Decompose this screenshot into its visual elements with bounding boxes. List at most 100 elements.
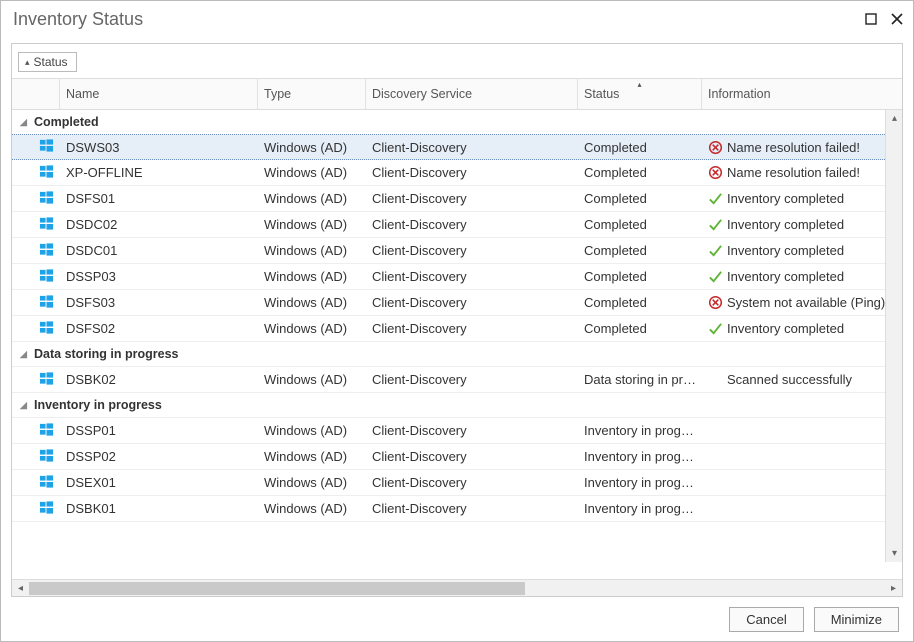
- cell-name: DSDC01: [66, 243, 117, 258]
- table-row[interactable]: DSSP01Windows (AD)Client-DiscoveryInvent…: [12, 418, 885, 444]
- success-icon: [708, 243, 723, 258]
- cell-name: DSBK02: [66, 372, 116, 387]
- success-icon: [708, 269, 723, 284]
- scroll-left-icon[interactable]: ◂: [12, 580, 29, 597]
- blank-icon: [708, 449, 723, 464]
- windows-icon: [39, 500, 54, 518]
- cell-information: Inventory completed: [727, 321, 844, 336]
- cell-type: Windows (AD): [264, 321, 347, 336]
- chip-arrow-icon: ▴: [25, 57, 30, 68]
- table-row[interactable]: DSEX01Windows (AD)Client-DiscoveryInvent…: [12, 470, 885, 496]
- cell-type: Windows (AD): [264, 423, 347, 438]
- cell-name: DSSP02: [66, 449, 116, 464]
- blank-icon: [708, 423, 723, 438]
- success-icon: [708, 191, 723, 206]
- group-header[interactable]: ◢Completed: [12, 110, 885, 135]
- scroll-right-icon[interactable]: ▸: [885, 580, 902, 597]
- maximize-icon[interactable]: [863, 11, 879, 27]
- cell-name: DSSP03: [66, 269, 116, 284]
- cell-information: Inventory completed: [727, 269, 844, 284]
- chip-label: Status: [34, 55, 68, 69]
- windows-icon: [39, 371, 54, 389]
- error-icon: [708, 165, 723, 180]
- cell-status: Inventory in progr…: [584, 501, 696, 516]
- cell-name: DSFS01: [66, 191, 115, 206]
- scroll-up-icon[interactable]: ▴: [886, 110, 902, 127]
- windows-icon: [39, 190, 54, 208]
- cell-discovery: Client-Discovery: [372, 165, 467, 180]
- table-row[interactable]: DSSP02Windows (AD)Client-DiscoveryInvent…: [12, 444, 885, 470]
- scroll-track[interactable]: [29, 580, 885, 597]
- content-pane: ▴ Status Name Type Discovery Service ▴ S…: [11, 43, 903, 597]
- cell-status: Completed: [584, 217, 647, 232]
- close-icon[interactable]: [889, 11, 905, 27]
- header-icon[interactable]: [12, 79, 60, 109]
- cell-information: Inventory completed: [727, 243, 844, 258]
- windows-icon: [39, 294, 54, 312]
- cell-discovery: Client-Discovery: [372, 475, 467, 490]
- header-type[interactable]: Type: [258, 79, 366, 109]
- cell-type: Windows (AD): [264, 191, 347, 206]
- cell-discovery: Client-Discovery: [372, 449, 467, 464]
- table-header: Name Type Discovery Service ▴ Status Inf…: [12, 78, 902, 110]
- error-icon: [708, 295, 723, 310]
- group-header[interactable]: ◢Data storing in progress: [12, 342, 885, 367]
- group-chip-status[interactable]: ▴ Status: [18, 52, 77, 72]
- success-icon: [708, 217, 723, 232]
- cell-discovery: Client-Discovery: [372, 140, 467, 155]
- sort-asc-icon: ▴: [637, 80, 641, 89]
- cell-information: Inventory completed: [727, 217, 844, 232]
- table-row[interactable]: DSDC02Windows (AD)Client-DiscoveryComple…: [12, 212, 885, 238]
- table: Name Type Discovery Service ▴ Status Inf…: [12, 78, 902, 110]
- windows-icon: [39, 422, 54, 440]
- cell-status: Completed: [584, 165, 647, 180]
- cell-type: Windows (AD): [264, 372, 347, 387]
- cell-discovery: Client-Discovery: [372, 269, 467, 284]
- table-body: ◢CompletedDSWS03Windows (AD)Client-Disco…: [12, 110, 885, 522]
- windows-icon: [39, 242, 54, 260]
- cell-status: Inventory in progr…: [584, 423, 696, 438]
- minimize-button[interactable]: Minimize: [814, 607, 899, 632]
- cell-status: Completed: [584, 191, 647, 206]
- vertical-scrollbar[interactable]: ▴ ▾: [885, 110, 902, 562]
- cell-name: DSWS03: [66, 140, 119, 155]
- windows-icon: [39, 320, 54, 338]
- cancel-button[interactable]: Cancel: [729, 607, 803, 632]
- cell-status: Completed: [584, 295, 647, 310]
- scroll-down-icon[interactable]: ▾: [886, 545, 902, 562]
- table-row[interactable]: DSFS02Windows (AD)Client-DiscoveryComple…: [12, 316, 885, 342]
- group-label: Data storing in progress: [34, 347, 178, 361]
- blank-icon: [708, 475, 723, 490]
- success-icon: [708, 321, 723, 336]
- table-row[interactable]: XP-OFFLINEWindows (AD)Client-DiscoveryCo…: [12, 160, 885, 186]
- chevron-down-icon: ◢: [20, 400, 30, 411]
- cell-status: Data storing in pr…: [584, 372, 696, 387]
- group-header[interactable]: ◢ Inventory in progress: [12, 393, 885, 418]
- table-row[interactable]: DSSP03Windows (AD)Client-DiscoveryComple…: [12, 264, 885, 290]
- titlebar: Inventory Status: [1, 1, 913, 37]
- table-row[interactable]: DSWS03Windows (AD)Client-DiscoveryComple…: [12, 134, 885, 160]
- windows-icon: [39, 448, 54, 466]
- header-status[interactable]: ▴ Status: [578, 79, 702, 109]
- table-row[interactable]: DSBK01Windows (AD)Client-DiscoveryInvent…: [12, 496, 885, 522]
- header-information[interactable]: Information: [702, 79, 902, 109]
- windows-icon: [39, 138, 54, 156]
- table-row[interactable]: DSDC01Windows (AD)Client-DiscoveryComple…: [12, 238, 885, 264]
- table-row[interactable]: DSFS01Windows (AD)Client-DiscoveryComple…: [12, 186, 885, 212]
- horizontal-scrollbar[interactable]: ◂ ▸: [12, 579, 902, 596]
- header-name[interactable]: Name: [60, 79, 258, 109]
- windows-icon: [39, 474, 54, 492]
- cell-name: DSFS02: [66, 321, 115, 336]
- cell-discovery: Client-Discovery: [372, 243, 467, 258]
- cell-type: Windows (AD): [264, 449, 347, 464]
- blank-icon: [708, 372, 723, 387]
- cell-discovery: Client-Discovery: [372, 501, 467, 516]
- table-row[interactable]: DSFS03Windows (AD)Client-DiscoveryComple…: [12, 290, 885, 316]
- header-discovery[interactable]: Discovery Service: [366, 79, 578, 109]
- footer: Cancel Minimize: [1, 597, 913, 641]
- group-label: Inventory in progress: [34, 398, 162, 412]
- cell-status: Completed: [584, 243, 647, 258]
- scroll-thumb[interactable]: [29, 582, 525, 595]
- error-icon: [708, 140, 723, 155]
- table-row[interactable]: DSBK02Windows (AD)Client-DiscoveryData s…: [12, 367, 885, 393]
